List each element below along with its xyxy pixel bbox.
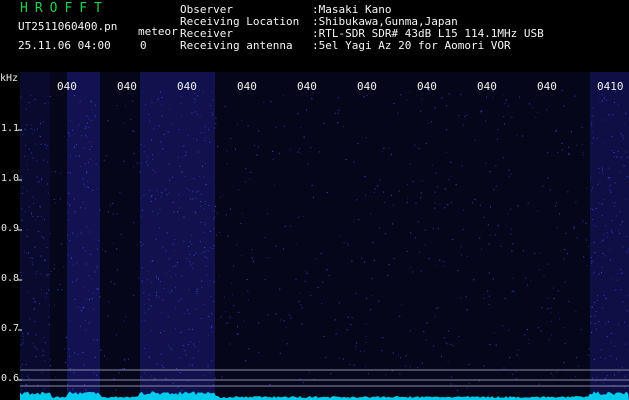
x-tick-label: 040 (177, 80, 197, 93)
x-tick-label: 040 (237, 80, 257, 93)
x-tick-label: 040 (477, 80, 497, 93)
spectrogram-canvas (18, 72, 629, 400)
x-tick-label: 040 (417, 80, 437, 93)
x-tick-label: 040 (357, 80, 377, 93)
y-tick-label: 0.7 (1, 323, 20, 334)
y-tick-label: 0.9 (1, 223, 20, 234)
x-tick-label: 040 (57, 80, 77, 93)
y-tick-label: 0.6 (1, 373, 20, 384)
signal-trace (20, 391, 629, 400)
y-tick-label: 0.8 (1, 273, 20, 284)
noise-speckle (20, 90, 629, 391)
spectrum-band (20, 72, 50, 400)
y-tick-label: 1.1 (1, 123, 20, 134)
x-tick-label: 040 (297, 80, 317, 93)
x-tick-label: 040 (537, 80, 557, 93)
spectrum-band (67, 72, 100, 400)
spectrum-band (140, 72, 215, 400)
spectrum-band (590, 72, 629, 400)
x-tick-label: 0410 (597, 80, 624, 93)
y-tick-label: 1.0 (1, 173, 20, 184)
x-tick-label: 040 (117, 80, 137, 93)
y-axis-unit: kHz (0, 73, 19, 84)
